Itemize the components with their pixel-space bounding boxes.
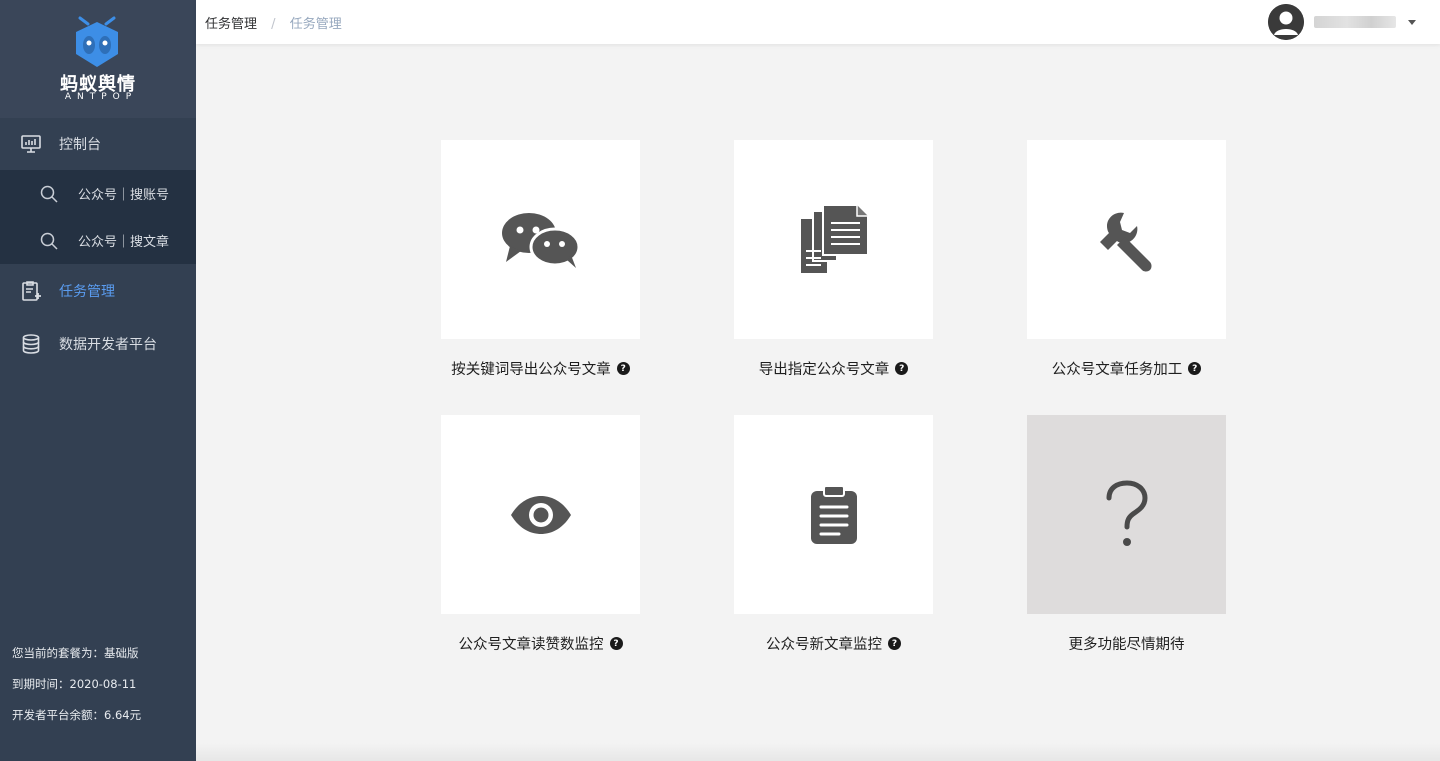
card-new-article-monitor: 公众号新文章监控 ? xyxy=(734,415,933,654)
ant-logo-icon xyxy=(76,16,118,67)
card-label: 导出指定公众号文章 ? xyxy=(734,358,933,379)
sidebar: 蚂蚁舆情 ANTPOP 控制台 公众号｜搜账号 公众号｜搜文章 任务管理 数据开… xyxy=(0,0,196,761)
clipboard-icon xyxy=(810,484,857,544)
card-title: 公众号新文章监控 xyxy=(766,637,882,653)
card-account-export: 导出指定公众号文章 ? xyxy=(734,140,933,379)
plan-package: 您当前的套餐为：基础版 xyxy=(12,646,139,660)
eye-icon xyxy=(510,495,571,534)
wrench-icon xyxy=(1099,212,1151,271)
card-label: 更多功能尽情期待 xyxy=(1027,633,1226,654)
bottom-shadow xyxy=(196,743,1440,761)
sidebar-subitem-label: 公众号｜搜文章 xyxy=(78,235,170,250)
breadcrumb-item-current: 任务管理 xyxy=(289,17,342,32)
card-tile xyxy=(1027,415,1226,614)
database-icon xyxy=(20,333,42,355)
card-task-processing: 公众号文章任务加工 ? xyxy=(1027,140,1226,379)
user-avatar-icon[interactable] xyxy=(1268,4,1304,40)
sidebar-item-console[interactable]: 控制台 xyxy=(0,118,196,170)
documents-icon xyxy=(800,204,869,273)
question-mark-icon xyxy=(1106,479,1148,546)
help-icon[interactable]: ? xyxy=(1188,362,1202,375)
card-more-coming: 更多功能尽情期待 xyxy=(1027,415,1226,654)
chevron-down-icon[interactable] xyxy=(1408,19,1416,25)
card-label: 公众号文章任务加工 ? xyxy=(1027,358,1226,379)
top-header: 任务管理 / 任务管理 5 xyxy=(196,0,1440,44)
help-icon[interactable]: ? xyxy=(609,637,623,650)
card-title: 导出指定公众号文章 xyxy=(758,362,890,378)
sidebar-menu: 控制台 公众号｜搜账号 公众号｜搜文章 任务管理 数据开发者平台 xyxy=(0,118,196,370)
logo-subtitle: ANTPOP xyxy=(64,92,138,102)
sidebar-item-label: 任务管理 xyxy=(59,283,115,300)
plan-expire-date: 到期时间：2020-08-11 xyxy=(12,677,137,691)
help-icon[interactable]: ? xyxy=(616,362,630,375)
search-icon xyxy=(39,184,59,204)
card-label: 公众号文章读赞数监控 ? xyxy=(441,633,640,654)
card-tile[interactable] xyxy=(734,140,933,339)
sidebar-item-label: 数据开发者平台 xyxy=(59,336,157,353)
console-submenu: 公众号｜搜账号 公众号｜搜文章 xyxy=(0,170,196,264)
card-label: 公众号新文章监控 ? xyxy=(734,633,933,654)
card-tile[interactable] xyxy=(734,415,933,614)
card-title: 公众号文章任务加工 xyxy=(1051,362,1183,378)
card-keyword-export: 按关键词导出公众号文章 ? xyxy=(441,140,640,379)
card-tile[interactable] xyxy=(441,415,640,614)
card-title: 更多功能尽情期待 xyxy=(1068,637,1185,653)
task-clipboard-icon xyxy=(20,280,42,302)
monitor-chart-icon xyxy=(20,133,42,155)
developer-balance: 开发者平台余额：6.64元 xyxy=(12,708,142,722)
sidebar-item-task-management[interactable]: 任务管理 xyxy=(0,264,196,317)
card-tile[interactable] xyxy=(1027,140,1226,339)
breadcrumb-item[interactable]: 任务管理 xyxy=(205,17,257,32)
card-title: 按关键词导出公众号文章 xyxy=(451,362,611,378)
sidebar-item-data-developer[interactable]: 数据开发者平台 xyxy=(0,317,196,370)
help-icon[interactable]: ? xyxy=(895,362,909,375)
sidebar-subitem-search-article[interactable]: 公众号｜搜文章 xyxy=(0,217,196,264)
card-title: 公众号文章读赞数监控 xyxy=(458,637,604,653)
search-icon xyxy=(39,231,59,251)
sidebar-subitem-search-account[interactable]: 公众号｜搜账号 xyxy=(0,170,196,217)
logo[interactable]: 蚂蚁舆情 ANTPOP xyxy=(0,0,196,118)
sidebar-item-label: 控制台 xyxy=(59,137,101,153)
card-tile[interactable] xyxy=(441,140,640,339)
card-label: 按关键词导出公众号文章 ? xyxy=(441,358,640,379)
username: 5 xyxy=(1314,16,1396,28)
card-read-like-monitor: 公众号文章读赞数监控 ? xyxy=(441,415,640,654)
sidebar-subitem-label: 公众号｜搜账号 xyxy=(78,188,170,203)
help-icon[interactable]: ? xyxy=(888,637,901,650)
breadcrumb: 任务管理 / 任务管理 xyxy=(205,13,342,32)
user-menu[interactable]: 5 xyxy=(1268,4,1416,40)
breadcrumb-separator: / xyxy=(271,17,276,32)
plan-info: 您当前的套餐为：基础版 到期时间：2020-08-11 开发者平台余额：6.64… xyxy=(12,638,141,731)
wechat-icon xyxy=(501,212,580,268)
